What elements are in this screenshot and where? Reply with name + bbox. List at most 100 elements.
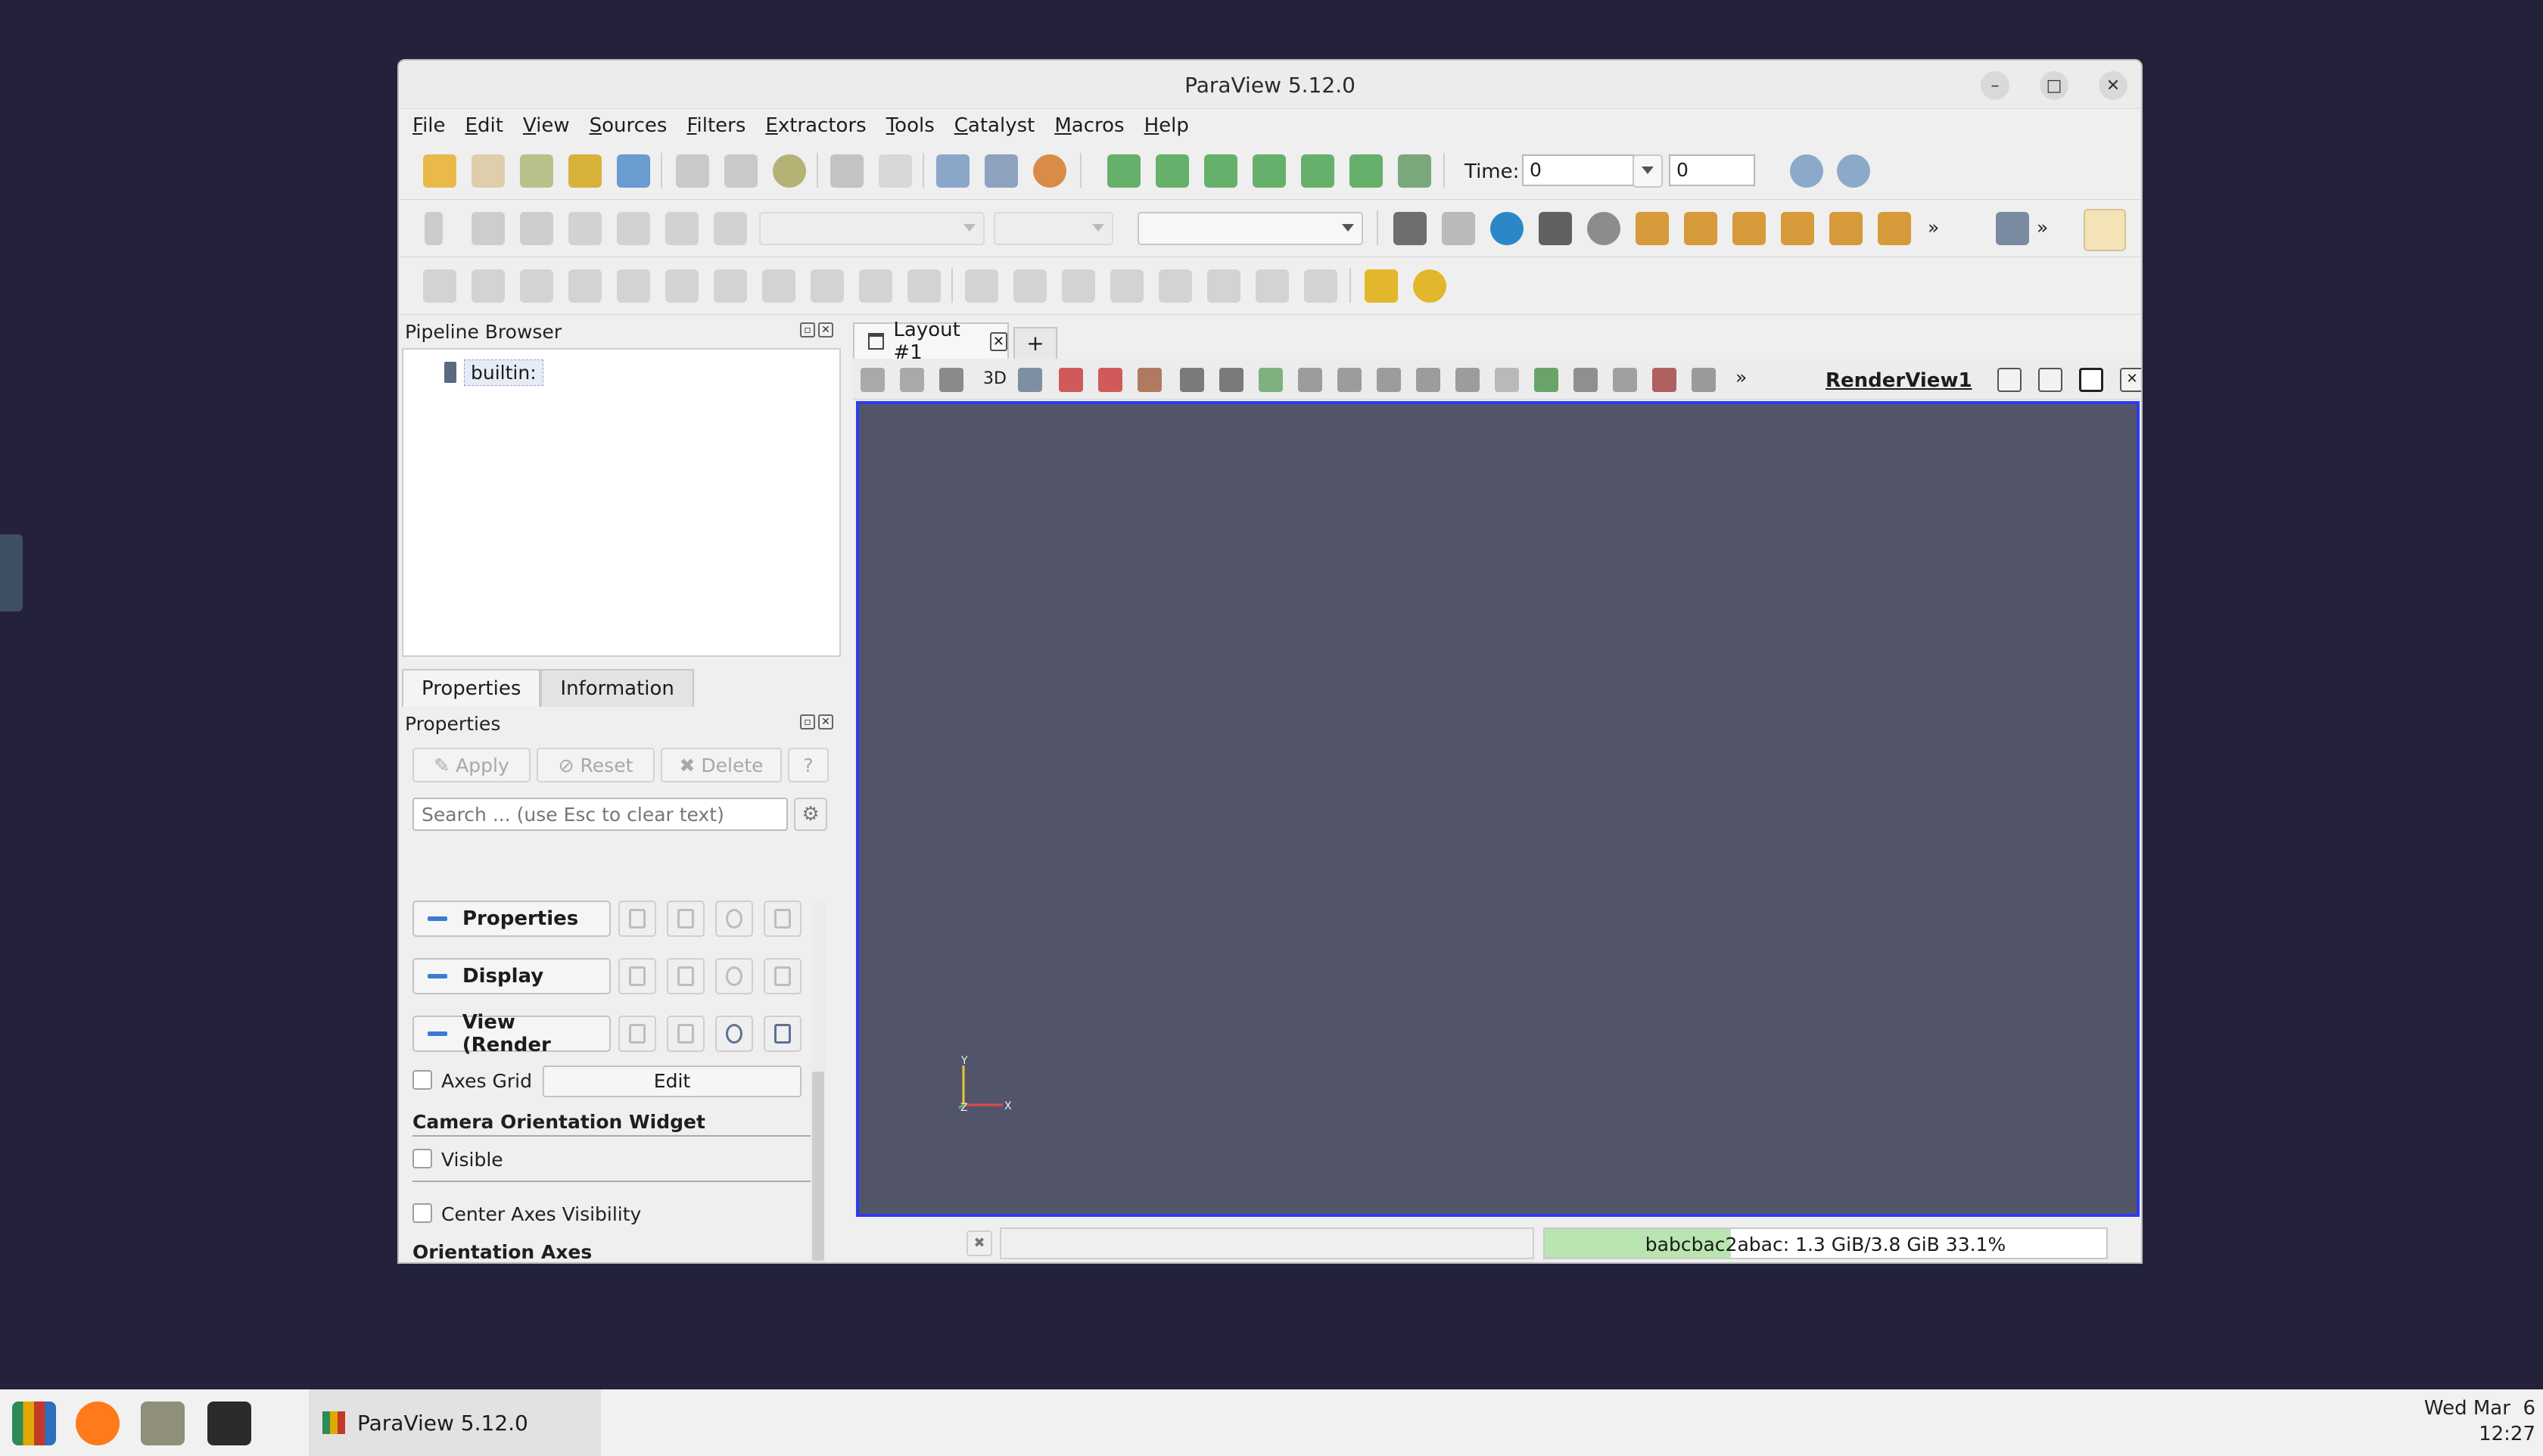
search-input[interactable]: Search ... (use Esc to clear text) [412,798,788,831]
reset-session-icon[interactable] [936,154,970,188]
python-calculator-icon[interactable] [1304,269,1337,303]
slice-icon[interactable] [568,269,602,303]
menu-edit[interactable]: Edit [465,114,503,137]
axes-grid-checkbox[interactable] [412,1070,432,1090]
extract-subset-icon[interactable] [665,269,699,303]
paraview-launcher-icon[interactable] [12,1402,56,1445]
toolbar-overflow-icon[interactable]: » [1928,216,1939,238]
side-panel-handle[interactable] [0,534,23,611]
close-view-icon[interactable]: ✕ [2120,368,2141,392]
close-button[interactable]: ✕ [2099,71,2127,100]
first-frame-icon[interactable] [1107,154,1141,188]
interactive-select-points-icon[interactable] [1416,368,1440,392]
close-tab-icon[interactable]: ✕ [989,331,1007,351]
plot-over-line-icon[interactable] [965,269,998,303]
view-minus-y-icon[interactable] [1781,212,1814,245]
time-input[interactable]: 0 [1522,154,1634,186]
probe-location-icon[interactable] [1110,269,1144,303]
menu-file[interactable]: File [412,114,446,137]
firefox-icon[interactable] [76,1402,120,1445]
copy-button[interactable] [618,901,656,937]
restore-defaults-button[interactable] [715,1016,753,1052]
menu-help[interactable]: Help [1144,114,1189,137]
maximize-view-icon[interactable] [2079,368,2103,392]
menu-view[interactable]: View [523,114,570,137]
adjust-camera-icon[interactable] [1018,368,1042,392]
select-polygon-cells-icon[interactable] [1259,368,1283,392]
interactive-select-cells-icon[interactable] [1377,368,1401,392]
section-properties-button[interactable]: Properties [412,901,611,937]
open-file-icon[interactable] [423,154,456,188]
connect-icon[interactable] [568,154,602,188]
delete-button[interactable]: ✖ Delete [661,748,782,782]
clear-selection-icon[interactable] [1692,368,1716,392]
save-defaults-button[interactable] [764,901,801,937]
representation-combo[interactable] [1138,212,1363,245]
timer-icon[interactable] [773,154,806,188]
float-pane-icon[interactable]: ▫ [800,322,815,338]
gradient-icon[interactable] [1256,269,1289,303]
histogram-icon[interactable] [1062,269,1095,303]
shrink-selection-icon[interactable] [1573,368,1598,392]
glyph-icon[interactable] [714,269,747,303]
view-toolbar-overflow-icon[interactable]: » [1735,366,1747,388]
menu-catalyst[interactable]: Catalyst [954,114,1035,137]
layout-tab[interactable]: Layout #1 ✕ [853,319,1009,364]
tab-properties[interactable]: Properties [402,669,541,707]
extract-level-icon[interactable] [907,269,941,303]
select-cells-on-icon[interactable] [1059,368,1083,392]
pick-center-icon[interactable] [1539,212,1572,245]
reset-button[interactable]: ⊘ Reset [537,748,655,782]
protractor-icon[interactable] [1413,269,1446,303]
paste-button[interactable] [667,1016,705,1052]
plot-data-icon[interactable] [1159,269,1192,303]
zoom-to-data-icon[interactable] [1790,154,1823,188]
tab-information[interactable]: Information [540,669,694,707]
save-screenshot-icon[interactable] [985,154,1018,188]
toggle-color-legend-icon[interactable] [425,212,443,245]
menu-extractors[interactable]: Extractors [765,114,866,137]
float-pane-icon[interactable]: ▫ [800,714,815,730]
temporal-stats-icon[interactable] [1207,269,1240,303]
close-pane-icon[interactable]: ✕ [818,714,833,730]
paste-button[interactable] [667,901,705,937]
toggle-3d-button[interactable]: 3D [983,369,1007,388]
stream-tracer-icon[interactable] [762,269,795,303]
split-vertical-icon[interactable] [2038,368,2062,392]
clip-icon[interactable] [520,269,553,303]
center-axes-checkbox[interactable] [412,1203,432,1223]
redo-icon[interactable] [879,154,912,188]
split-horizontal-icon[interactable] [1997,368,2022,392]
camera-capture-icon[interactable] [939,368,963,392]
pipeline-item[interactable]: builtin: [444,359,543,386]
menu-filters[interactable]: Filters [686,114,745,137]
time-dropdown[interactable] [1633,154,1663,188]
previous-frame-icon[interactable] [1156,154,1189,188]
select-frustum-icon[interactable] [1138,368,1162,392]
disconnect-icon[interactable] [617,154,650,188]
restore-defaults-button[interactable] [715,958,753,994]
save-data-icon[interactable] [472,154,505,188]
copy-button[interactable] [618,958,656,994]
close-pane-icon[interactable]: ✕ [818,322,833,338]
reset-camera-icon[interactable] [1393,212,1427,245]
reset-camera-closest-icon[interactable] [1442,212,1475,245]
view-minus-z-icon[interactable] [1878,212,1911,245]
find-data-icon[interactable] [1996,212,2029,245]
rescale-visible-icon[interactable] [617,212,650,245]
menu-tools[interactable]: Tools [886,114,935,137]
select-polygon-points-icon[interactable] [1298,368,1322,392]
rescale-custom-icon[interactable] [568,212,602,245]
terminal-icon[interactable] [207,1402,251,1445]
restore-defaults-button[interactable] [715,901,753,937]
color-array-combo[interactable] [759,212,985,245]
save-defaults-button[interactable] [764,958,801,994]
select-points-through-icon[interactable] [1219,368,1243,392]
menu-macros[interactable]: Macros [1054,114,1124,137]
toolbar-overflow-2-icon[interactable]: » [2037,216,2048,238]
axes-grid-edit-button[interactable]: Edit [543,1066,801,1097]
zoom-next-icon[interactable] [900,368,924,392]
play-icon[interactable] [1253,154,1286,188]
clear-status-button[interactable]: ✖ [966,1230,992,1256]
last-frame-icon[interactable] [1349,154,1383,188]
